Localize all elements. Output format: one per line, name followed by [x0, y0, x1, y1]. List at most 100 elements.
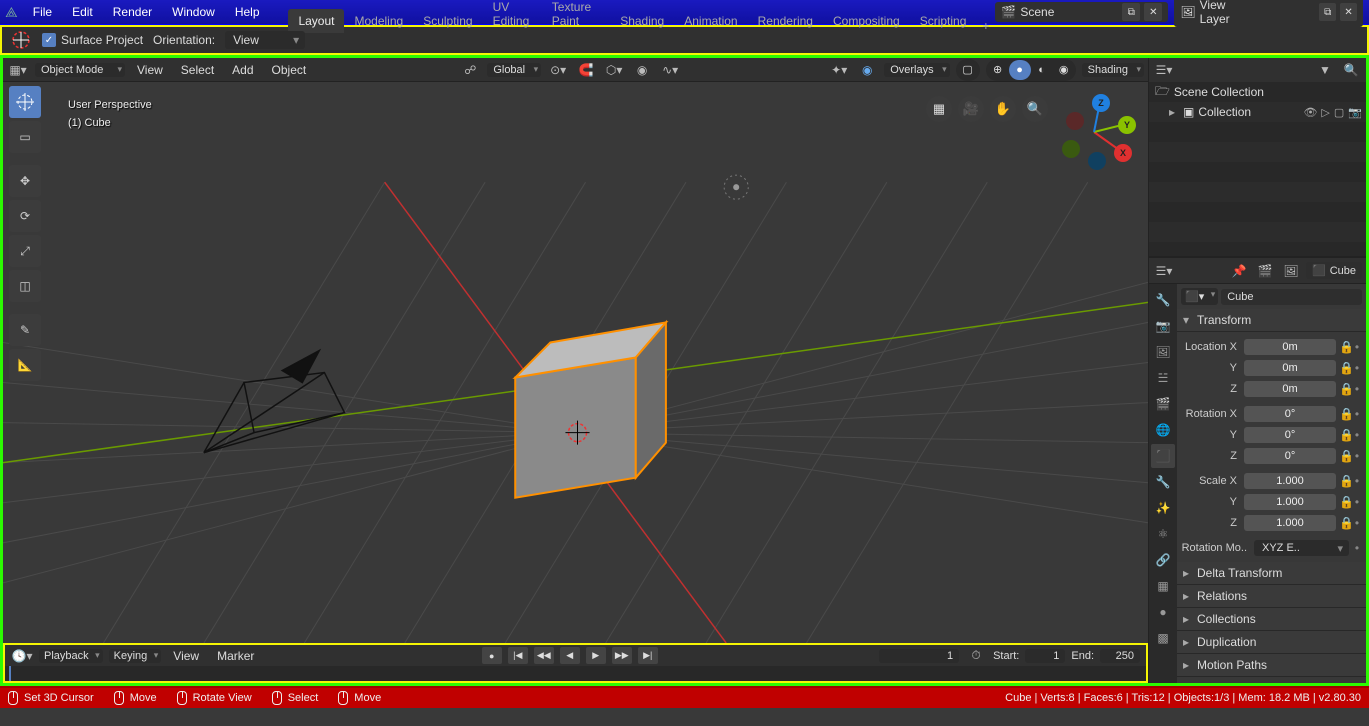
outliner-filter-icon[interactable]: ▼	[1314, 59, 1336, 81]
zoom-icon[interactable]: ▦	[926, 96, 952, 122]
scl-x-field[interactable]: 1.000	[1244, 473, 1336, 489]
editor-type-icon[interactable]: ▦▾	[7, 59, 29, 81]
select-tool-button[interactable]: ▭	[9, 121, 41, 153]
scl-y-field[interactable]: 1.000	[1244, 494, 1336, 510]
annotate-tool-button[interactable]: ✎	[9, 314, 41, 346]
collection-row[interactable]: ▸ ▣ Collection 👁 ▷ ▢ 📷	[1149, 102, 1366, 122]
scl-z-field[interactable]: 1.000	[1244, 515, 1336, 531]
tab-constraints-icon[interactable]: 🔗	[1151, 548, 1175, 572]
workspace-tab-scripting[interactable]: Scripting	[910, 9, 977, 33]
loc-x-field[interactable]: 0m	[1244, 339, 1336, 355]
cursor-tool-button[interactable]	[9, 86, 41, 118]
tab-particles-icon[interactable]: ✨	[1151, 496, 1175, 520]
viewport-menu-select[interactable]: Select	[175, 63, 220, 77]
scene-crumb-icon[interactable]: 🎬	[1254, 260, 1276, 282]
object-datablock-dropdown[interactable]: ⬛▾	[1181, 288, 1218, 305]
menu-window[interactable]: Window	[162, 0, 225, 24]
end-frame-field[interactable]: 250	[1100, 649, 1140, 663]
orientation-dropdown[interactable]: View	[225, 31, 305, 49]
overlays-toggle-icon[interactable]: ◉	[856, 59, 878, 81]
move-tool-button[interactable]: ✥	[9, 165, 41, 197]
jump-end-icon[interactable]: ▶|	[638, 647, 658, 664]
workspace-tab-uvediting[interactable]: UV Editing	[483, 0, 542, 33]
snap-toggle-icon[interactable]: 🧲	[575, 59, 597, 81]
workspace-tab-texpaint[interactable]: Texture Paint	[542, 0, 610, 33]
viewport-menu-add[interactable]: Add	[226, 63, 259, 77]
workspace-tab-compositing[interactable]: Compositing	[823, 9, 910, 33]
shading-rendered-icon[interactable]: ◉	[1053, 60, 1075, 80]
workspace-add-button[interactable]: +	[976, 19, 995, 33]
workspace-tab-rendering[interactable]: Rendering	[748, 9, 823, 33]
mode-dropdown[interactable]: Object Mode	[35, 63, 125, 77]
tab-modifiers-icon[interactable]: 🔧	[1151, 470, 1175, 494]
tab-render-icon[interactable]: 📷	[1151, 314, 1175, 338]
tab-physics-icon[interactable]: ⚛	[1151, 522, 1175, 546]
navigation-gizmo[interactable]: X Y Z	[1056, 94, 1132, 170]
menu-help[interactable]: Help	[225, 0, 270, 24]
scene-delete-icon[interactable]: ✕	[1144, 3, 1162, 21]
disable-icon[interactable]: ▢	[1334, 106, 1344, 119]
rotate-tool-button[interactable]: ⟳	[9, 200, 41, 232]
rotation-mode-dropdown[interactable]: XYZ E..	[1254, 540, 1349, 556]
proportional-dropdown-icon[interactable]: ∿▾	[659, 59, 681, 81]
keying-menu[interactable]: Keying	[109, 649, 162, 663]
start-frame-field[interactable]: 1	[1025, 649, 1065, 663]
workspace-tab-modeling[interactable]: Modeling	[344, 9, 413, 33]
shading-dropdown[interactable]: Shading	[1082, 63, 1144, 77]
viewlayer-select[interactable]: 🖼 View Layer ⧉ ✕	[1174, 0, 1363, 27]
menu-render[interactable]: Render	[103, 0, 162, 24]
viewport-canvas[interactable]: User Perspective (1) Cube ▭ ✥ ⟳ ⤢ ◫ ✎ 📐 …	[3, 82, 1148, 643]
rot-x-field[interactable]: 0°	[1244, 406, 1336, 422]
orientation-dropdown-header[interactable]: Global	[487, 63, 541, 77]
jump-prev-icon[interactable]: ◀◀	[534, 647, 554, 664]
tab-object-icon[interactable]: ⬛	[1151, 444, 1175, 468]
menu-edit[interactable]: Edit	[62, 0, 103, 24]
viewlayer-new-icon[interactable]: ⧉	[1319, 3, 1336, 21]
transform-tool-button[interactable]: ◫	[9, 270, 41, 302]
default-cube[interactable]	[515, 322, 666, 497]
playback-menu[interactable]: Playback	[39, 649, 103, 663]
timeline-ruler[interactable]	[5, 666, 1146, 681]
pivot-icon[interactable]: ⊙▾	[547, 59, 569, 81]
viewlayer-crumb-icon[interactable]: 🖼	[1280, 260, 1302, 282]
tab-data-icon[interactable]: ▦	[1151, 574, 1175, 598]
object-crumb[interactable]: ⬛ Cube	[1306, 262, 1362, 279]
pin-icon[interactable]: 📌	[1228, 260, 1250, 282]
timeline-marker-menu[interactable]: Marker	[211, 649, 260, 663]
duplication-header[interactable]: ▸Duplication	[1177, 631, 1366, 654]
menu-file[interactable]: File	[23, 0, 62, 24]
pan-icon[interactable]: ✋	[990, 96, 1016, 122]
tab-scene-icon[interactable]: 🎬	[1151, 392, 1175, 416]
rot-z-field[interactable]: 0°	[1244, 448, 1336, 464]
jump-start-icon[interactable]: |◀	[508, 647, 528, 664]
loc-y-field[interactable]: 0m	[1244, 360, 1336, 376]
scale-tool-button[interactable]: ⤢	[9, 235, 41, 267]
outliner-search-icon[interactable]: 🔍	[1340, 59, 1362, 81]
workspace-tab-shading[interactable]: Shading	[610, 9, 674, 33]
scene-collection-row[interactable]: 🗁 Scene Collection	[1149, 82, 1366, 102]
select-icon[interactable]: ▷	[1321, 106, 1329, 119]
camera-view-icon[interactable]: 🎥	[958, 96, 984, 122]
visibility-icon[interactable]: 👁	[1303, 106, 1317, 119]
zoom-nav-icon[interactable]: 🔍	[1022, 96, 1048, 122]
object-name-field[interactable]: Cube	[1221, 289, 1362, 305]
tab-texture-icon[interactable]: ▩	[1151, 626, 1175, 650]
tab-material-icon[interactable]: ●	[1151, 600, 1175, 624]
snap-dropdown-icon[interactable]: ⬡▾	[603, 59, 625, 81]
timeline-editor-icon[interactable]: 🕓▾	[11, 645, 33, 667]
light-object[interactable]	[724, 175, 748, 199]
shading-wire-icon[interactable]: ⊕	[987, 60, 1009, 80]
overlays-dropdown[interactable]: Overlays	[884, 63, 949, 77]
scene-new-icon[interactable]: ⧉	[1122, 3, 1140, 21]
tab-world-icon[interactable]: 🌐	[1151, 418, 1175, 442]
timeline-view-menu[interactable]: View	[167, 649, 205, 663]
workspace-tab-sculpting[interactable]: Sculpting	[413, 9, 482, 33]
delta-transform-header[interactable]: ▸Delta Transform	[1177, 562, 1366, 585]
surface-project-checkbox[interactable]: ✓	[42, 33, 56, 47]
scene-select[interactable]: 🎬 Scene ⧉ ✕	[995, 2, 1168, 22]
orientation-icon[interactable]: ☍	[459, 59, 481, 81]
props-editor-icon[interactable]: ☰▾	[1153, 260, 1175, 282]
transform-panel-header[interactable]: ▾ Transform	[1177, 309, 1366, 332]
measure-tool-button[interactable]: 📐	[9, 349, 41, 381]
rot-y-field[interactable]: 0°	[1244, 427, 1336, 443]
